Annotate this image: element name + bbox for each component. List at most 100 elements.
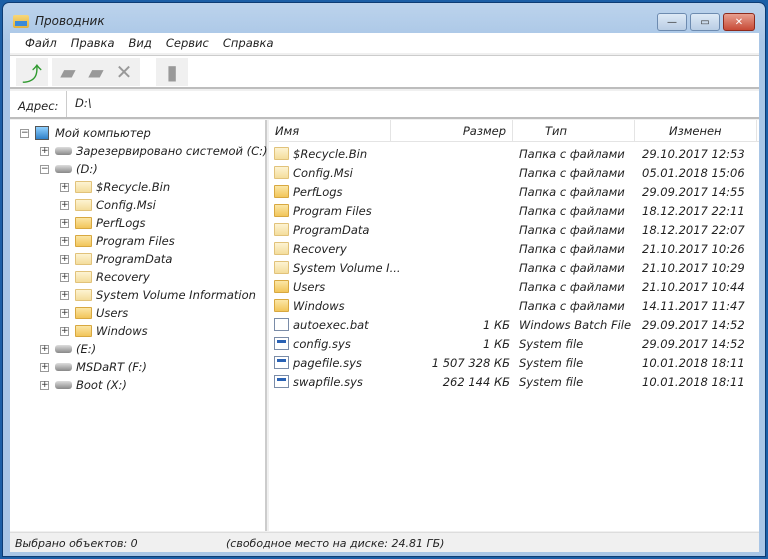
up-folder-button[interactable]: ⤴ — [20, 60, 44, 86]
expand-icon[interactable]: + — [60, 308, 69, 318]
column-type[interactable]: Тип — [513, 120, 635, 142]
file-row[interactable]: Config.Msi Папка с файлами 05.01.2018 15:0… — [269, 164, 759, 183]
tree-node[interactable]: + $Recycle.Bin — [60, 178, 170, 196]
file-row[interactable]: Program Files Папка с файлами 18.12.2017 2… — [269, 202, 759, 221]
file-name: autoexec.bat — [293, 318, 369, 332]
file-type: System file — [519, 375, 584, 389]
delete-icon: ✕ — [115, 60, 133, 84]
file-row[interactable]: Recovery Папка с файлами 21.10.2017 10:26 — [269, 240, 759, 259]
tree-node[interactable]: + Program Files — [60, 232, 175, 250]
menu-bar: Файл Правка Вид Сервис Справка — [10, 33, 759, 53]
tree-node[interactable]: + Windows — [60, 322, 148, 340]
maximize-button[interactable]: ▭ — [690, 13, 720, 31]
expand-icon[interactable]: + — [40, 380, 49, 390]
menu-view[interactable]: Вид — [122, 36, 159, 50]
expand-icon[interactable]: + — [60, 236, 69, 246]
expand-icon[interactable]: + — [60, 254, 69, 264]
tree-node[interactable]: + ProgramData — [60, 250, 172, 268]
title-bar: Проводник — [13, 11, 105, 31]
system-file-icon — [274, 337, 289, 350]
address-input[interactable]: D:\ — [66, 91, 759, 117]
menu-file[interactable]: Файл — [18, 36, 64, 50]
file-row[interactable]: $Recycle.Bin Папка с файлами 29.10.2017 12… — [269, 145, 759, 164]
file-name: Windows — [293, 299, 345, 313]
file-type: Папка с файлами — [519, 280, 625, 294]
file-modified: 21.10.2017 10:29 — [642, 261, 745, 275]
address-bar: Адрес: D:\ — [10, 91, 759, 119]
tree-node-label: Users — [96, 306, 129, 320]
close-button[interactable]: ✕ — [723, 13, 755, 31]
tree-node-label: Зарезервировано системой (C:) — [76, 144, 268, 158]
expand-icon[interactable]: + — [60, 218, 69, 228]
tree-node-label: MSDaRT (F:) — [76, 360, 147, 374]
file-name: swapfile.sys — [293, 375, 363, 389]
tree-node[interactable]: + Recovery — [60, 268, 150, 286]
tree-node[interactable]: + Users — [60, 304, 128, 322]
file-modified: 10.01.2018 18:11 — [642, 356, 745, 370]
file-type: Папка с файлами — [519, 299, 625, 313]
folder-icon — [75, 271, 92, 283]
column-name[interactable]: Имя — [269, 120, 391, 142]
tree-node[interactable]: + (E:) — [40, 340, 96, 358]
tree-node[interactable]: + MSDaRT (F:) — [40, 358, 147, 376]
expand-icon[interactable]: + — [40, 344, 49, 354]
tree-node-label: ProgramData — [96, 252, 173, 266]
menu-help[interactable]: Справка — [216, 36, 281, 50]
collapse-icon[interactable]: − — [20, 128, 29, 138]
expand-icon[interactable]: + — [60, 182, 69, 192]
file-row[interactable]: Users Папка с файлами 21.10.2017 10:44 — [269, 278, 759, 297]
tree-node[interactable]: + System Volume Information — [60, 286, 256, 304]
expand-icon[interactable]: + — [60, 326, 69, 336]
file-row[interactable]: swapfile.sys 262 144 КБ System file 10.01.2… — [269, 373, 759, 392]
file-row[interactable]: System Volume I... Папка с файлами 21.10.2… — [269, 259, 759, 278]
drive-icon — [55, 345, 72, 353]
column-modified-label: Изменен — [669, 124, 722, 138]
menu-edit[interactable]: Правка — [64, 36, 122, 50]
folder-icon — [75, 199, 92, 211]
file-modified: 29.10.2017 12:53 — [642, 147, 745, 161]
expand-icon[interactable]: + — [60, 290, 69, 300]
file-row[interactable]: PerfLogs Папка с файлами 29.09.2017 14:55 — [269, 183, 759, 202]
column-modified[interactable]: Изменен — [635, 120, 757, 142]
file-list[interactable]: Имя Размер Тип Изменен $Recycle.Bin Папка… — [269, 120, 759, 531]
collapse-icon[interactable]: − — [40, 164, 49, 174]
file-row[interactable]: pagefile.sys 1 507 328 КБ System file 10.01… — [269, 354, 759, 373]
file-row[interactable]: autoexec.bat 1 КБ Windows Batch File 29.09.… — [269, 316, 759, 335]
expand-icon[interactable]: + — [60, 272, 69, 282]
drive-icon — [55, 363, 72, 371]
expand-icon[interactable]: + — [40, 362, 49, 372]
expand-icon[interactable]: + — [60, 200, 69, 210]
tree-node-label: System Volume Information — [96, 288, 256, 302]
file-row[interactable]: config.sys 1 КБ System file 29.09.2017 14:5… — [269, 335, 759, 354]
file-name: Recovery — [293, 242, 347, 256]
expand-icon[interactable]: + — [40, 146, 49, 156]
tree-node[interactable]: + PerfLogs — [60, 214, 146, 232]
file-name: Users — [293, 280, 326, 294]
list-header: Имя Размер Тип Изменен — [269, 120, 759, 142]
up-folder-icon: ⤴ — [22, 61, 42, 86]
folder-icon — [274, 204, 289, 217]
tree-node[interactable]: + Config.Msi — [60, 196, 156, 214]
file-row[interactable]: ProgramData Папка с файлами 18.12.2017 22:… — [269, 221, 759, 240]
column-size[interactable]: Размер — [391, 120, 513, 142]
copy-icon: ▰ — [88, 60, 104, 84]
file-modified: 29.09.2017 14:52 — [642, 318, 745, 332]
file-name: pagefile.sys — [293, 356, 362, 370]
tree-node-label: PerfLogs — [96, 216, 146, 230]
file-row[interactable]: Windows Папка с файлами 14.11.2017 11:47 — [269, 297, 759, 316]
minimize-button[interactable]: — — [657, 13, 687, 31]
tree-node[interactable]: + Boot (X:) — [40, 376, 127, 394]
tree-node[interactable]: − (D:) — [40, 160, 98, 178]
delete-button: ✕ — [112, 60, 136, 84]
menu-tools[interactable]: Сервис — [159, 36, 216, 50]
tree-node[interactable]: − Мой компьютер — [20, 124, 151, 142]
folder-tree[interactable]: − Мой компьютер + Зарезервировано системой … — [10, 120, 268, 531]
column-type-label: Тип — [545, 124, 568, 138]
file-type: Папка с файлами — [519, 185, 625, 199]
folder-icon — [274, 242, 289, 255]
tree-node-label: Мой компьютер — [55, 126, 151, 140]
tree-node[interactable]: + Зарезервировано системой (C:) — [40, 142, 268, 160]
tree-node-label: Boot (X:) — [76, 378, 127, 392]
column-name-label: Имя — [275, 124, 300, 138]
folder-icon — [75, 217, 92, 229]
